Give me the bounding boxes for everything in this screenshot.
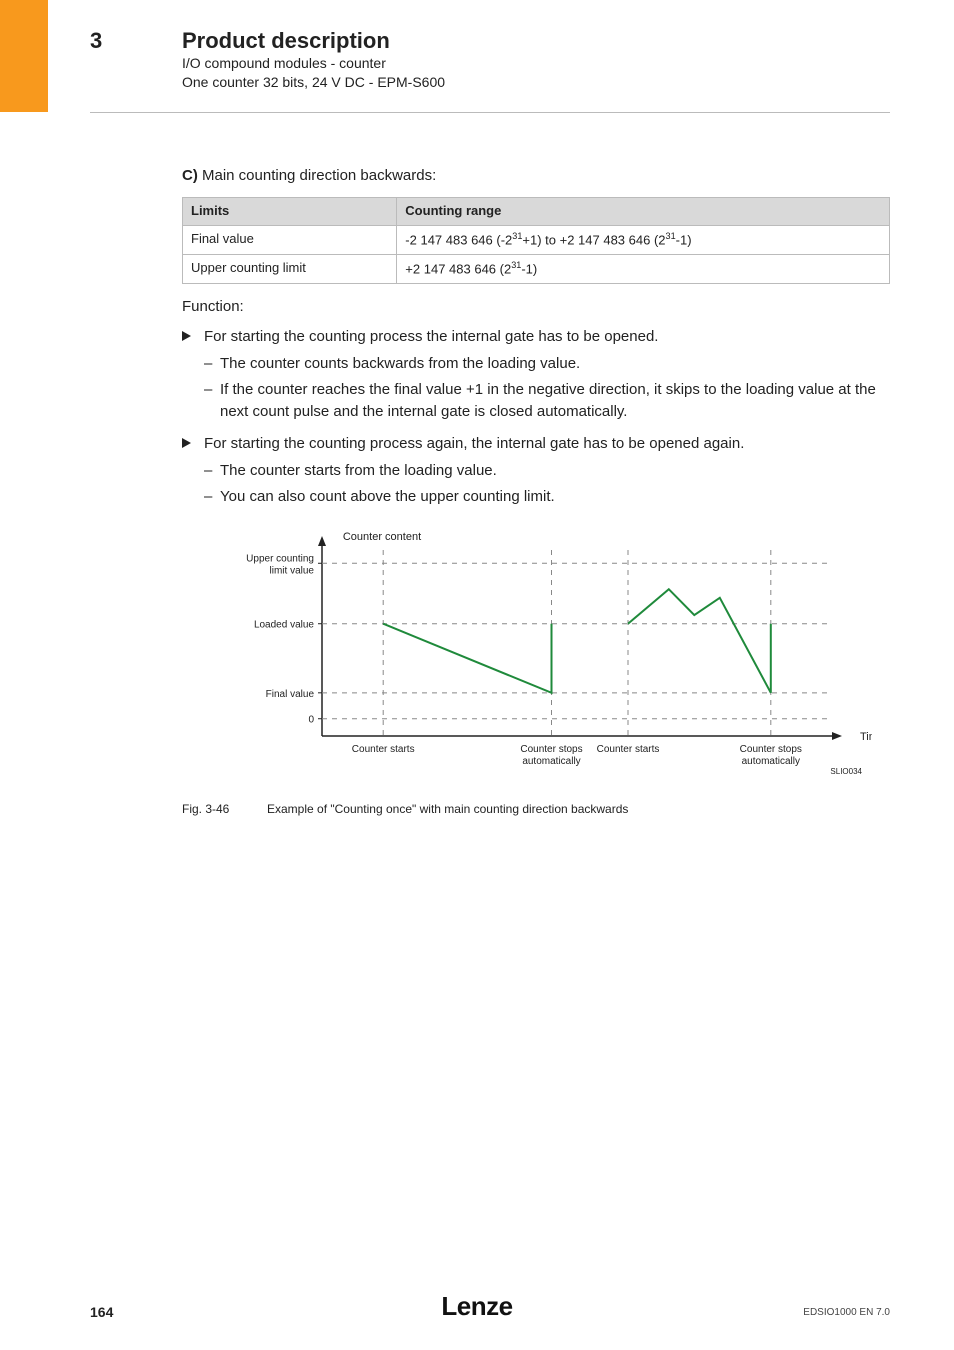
sub-heading-2: One counter 32 bits, 24 V DC - EPM-S600 (182, 73, 890, 92)
table-cell-range: -2 147 483 646 (-231+1) to +2 147 483 64… (397, 225, 890, 254)
dash-item: You can also count above the upper count… (204, 486, 890, 508)
triangle-bullet-icon (182, 331, 191, 341)
document-id: EDSIO1000 EN 7.0 (803, 1307, 890, 1318)
table-header-limits: Limits (183, 197, 397, 225)
section-title: Main counting direction backwards: (198, 167, 436, 184)
table-cell-limit: Upper counting limit (183, 254, 397, 283)
page-header: 3 Product description I/O compound modul… (90, 28, 890, 92)
triangle-bullet-icon (182, 438, 191, 448)
range-part: -1) (521, 261, 537, 276)
svg-text:Loaded value: Loaded value (254, 620, 314, 631)
table-cell-limit: Final value (183, 225, 397, 254)
page-number: 164 (90, 1304, 113, 1320)
brand-logo: Lenze (441, 1291, 512, 1322)
chapter-number: 3 (90, 28, 182, 54)
svg-text:Time: Time (860, 731, 872, 743)
section-heading: C) Main counting direction backwards: (182, 165, 890, 187)
table-header-row: Limits Counting range (183, 197, 890, 225)
svg-text:Counter content: Counter content (343, 531, 421, 543)
counting-chart: Counter content Time Upper countinglimit v… (212, 526, 872, 786)
svg-text:Counter starts: Counter starts (352, 744, 415, 755)
main-content: C) Main counting direction backwards: Li… (182, 165, 890, 818)
svg-text:automatically: automatically (522, 756, 580, 767)
svg-text:Final value: Final value (266, 689, 315, 700)
svg-text:limit value: limit value (270, 565, 315, 576)
table-header-range: Counting range (397, 197, 890, 225)
bullet-text: For starting the counting process again,… (204, 435, 744, 452)
range-part: -2 147 483 646 (-2 (405, 232, 512, 247)
limits-table: Limits Counting range Final value -2 147… (182, 197, 890, 284)
bullet-item: For starting the counting process the in… (182, 326, 890, 348)
dash-item: The counter starts from the loading valu… (204, 460, 890, 482)
exponent: 31 (511, 260, 521, 270)
bullet-text: For starting the counting process the in… (204, 328, 658, 345)
range-part: +1) to +2 147 483 646 (2 (522, 232, 665, 247)
chapter-tab (0, 0, 48, 112)
svg-text:Counter starts: Counter starts (597, 744, 660, 755)
svg-text:0: 0 (308, 715, 314, 726)
figure-number: Fig. 3-46 (182, 801, 267, 818)
page-footer: 164 Lenze EDSIO1000 EN 7.0 (0, 1290, 954, 1320)
figure-text: Example of "Counting once" with main cou… (267, 801, 628, 818)
range-part: +2 147 483 646 (2 (405, 261, 511, 276)
svg-text:automatically: automatically (742, 756, 800, 767)
exponent: 31 (666, 231, 676, 241)
section-prefix: C) (182, 167, 198, 184)
svg-text:SLIO034: SLIO034 (830, 767, 862, 776)
svg-text:Upper counting: Upper counting (246, 553, 314, 564)
dash-item: The counter counts backwards from the lo… (204, 353, 890, 375)
header-rule (90, 112, 890, 113)
bullet-item: For starting the counting process again,… (182, 433, 890, 455)
table-cell-range: +2 147 483 646 (231-1) (397, 254, 890, 283)
sub-heading-1: I/O compound modules - counter (182, 54, 890, 73)
exponent: 31 (512, 231, 522, 241)
svg-text:Counter stops: Counter stops (740, 744, 802, 755)
function-label: Function: (182, 296, 890, 318)
range-part: -1) (676, 232, 692, 247)
chapter-title: Product description (182, 28, 390, 54)
svg-text:Counter stops: Counter stops (520, 744, 582, 755)
dash-item: If the counter reaches the final value +… (204, 379, 890, 423)
figure-caption: Fig. 3-46 Example of "Counting once" wit… (182, 801, 890, 818)
table-row: Upper counting limit +2 147 483 646 (231… (183, 254, 890, 283)
table-row: Final value -2 147 483 646 (-231+1) to +… (183, 225, 890, 254)
chart-figure: Counter content Time Upper countinglimit v… (212, 526, 890, 793)
